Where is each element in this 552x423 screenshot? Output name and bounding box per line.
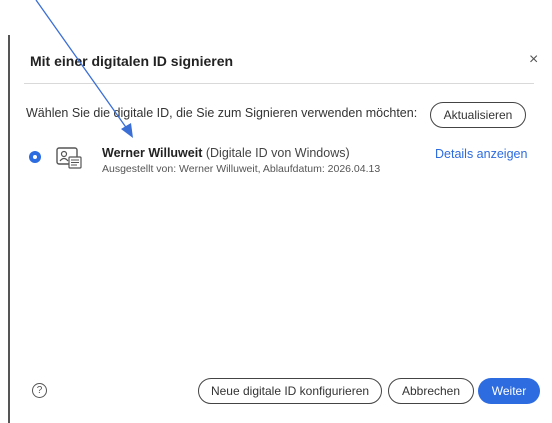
configure-new-id-button[interactable]: Neue digitale ID konfigurieren (198, 378, 382, 404)
id-card-icon (56, 147, 82, 169)
id-name: Werner Willuweit (102, 146, 203, 160)
refresh-button[interactable]: Aktualisieren (430, 102, 526, 128)
id-details: Ausgestellt von: Werner Willuweit, Ablau… (102, 163, 381, 175)
id-radio-button[interactable] (29, 151, 41, 163)
next-button[interactable]: Weiter (478, 378, 540, 404)
cancel-button[interactable]: Abbrechen (388, 378, 474, 404)
id-title[interactable]: Werner Willuweit (Digitale ID von Window… (102, 146, 350, 160)
details-link[interactable]: Details anzeigen (435, 147, 527, 161)
instruction-text: Wählen Sie die digitale ID, die Sie zum … (26, 106, 418, 120)
close-icon[interactable]: × (529, 51, 538, 69)
id-type: (Digitale ID von Windows) (205, 146, 350, 160)
title-divider (24, 83, 534, 84)
dialog-title: Mit einer digitalen ID signieren (30, 53, 234, 69)
sign-with-digital-id-dialog: Mit einer digitalen ID signieren × Wähle… (8, 35, 552, 423)
help-icon[interactable]: ? (32, 383, 47, 398)
